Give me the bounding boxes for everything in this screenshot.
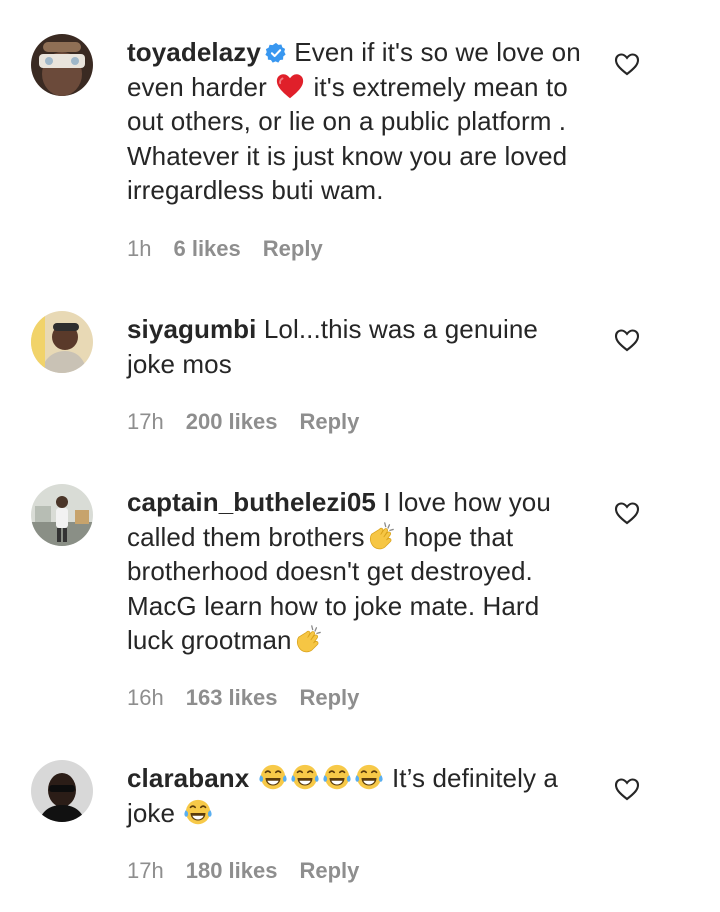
comment-time: 17h <box>127 409 164 434</box>
tears-of-joy-emoji-icon <box>323 764 351 790</box>
comment-body: captain_buthelezi05 I love how you calle… <box>127 485 592 658</box>
username-link[interactable]: siyagumbi <box>127 314 257 344</box>
comment-time: 1h <box>127 236 152 261</box>
avatar[interactable] <box>31 760 93 822</box>
tears-of-joy-emoji-icon <box>259 764 287 790</box>
reply-button[interactable]: Reply <box>263 236 323 261</box>
like-heart-icon[interactable] <box>614 501 640 525</box>
laughing-emoji-group <box>257 763 392 793</box>
likes-count[interactable]: 180 likes <box>186 858 278 883</box>
likes-count[interactable]: 200 likes <box>186 409 278 434</box>
username-link[interactable]: captain_buthelezi05 <box>127 487 376 517</box>
likes-count[interactable]: 6 likes <box>173 236 240 261</box>
comment-time: 16h <box>127 685 164 710</box>
comment-meta: 16h 163 likes Reply <box>127 685 381 711</box>
clapping-hands-emoji-icon <box>369 521 394 549</box>
likes-count[interactable]: 163 likes <box>186 685 278 710</box>
reply-button[interactable]: Reply <box>299 685 359 710</box>
tears-of-joy-emoji-icon <box>184 799 213 824</box>
avatar[interactable] <box>31 34 93 96</box>
comment-body: clarabanx It’s definitely a joke <box>127 761 592 830</box>
comment-body: toyadelazy Even if it's so we love on ev… <box>127 35 592 208</box>
avatar[interactable] <box>31 484 93 546</box>
comment-time: 17h <box>127 858 164 883</box>
avatar[interactable] <box>31 311 93 373</box>
username-link[interactable]: toyadelazy <box>127 37 261 67</box>
comment-body: siyagumbi Lol...this was a genuine joke … <box>127 312 592 381</box>
username-link[interactable]: clarabanx <box>127 763 249 793</box>
comment-meta: 17h 180 likes Reply <box>127 858 381 884</box>
comment-meta: 1h 6 likes Reply <box>127 236 345 262</box>
tears-of-joy-emoji-icon <box>355 764 383 790</box>
like-heart-icon[interactable] <box>614 328 640 352</box>
comment-meta: 17h 200 likes Reply <box>127 409 381 435</box>
like-heart-icon[interactable] <box>614 52 640 76</box>
tears-of-joy-emoji-icon <box>291 764 319 790</box>
reply-button[interactable]: Reply <box>299 858 359 883</box>
clapping-hands-emoji-icon <box>296 625 321 653</box>
like-heart-icon[interactable] <box>614 777 640 801</box>
reply-button[interactable]: Reply <box>299 409 359 434</box>
red-heart-emoji-icon <box>277 73 304 98</box>
verified-badge-icon <box>265 42 286 63</box>
